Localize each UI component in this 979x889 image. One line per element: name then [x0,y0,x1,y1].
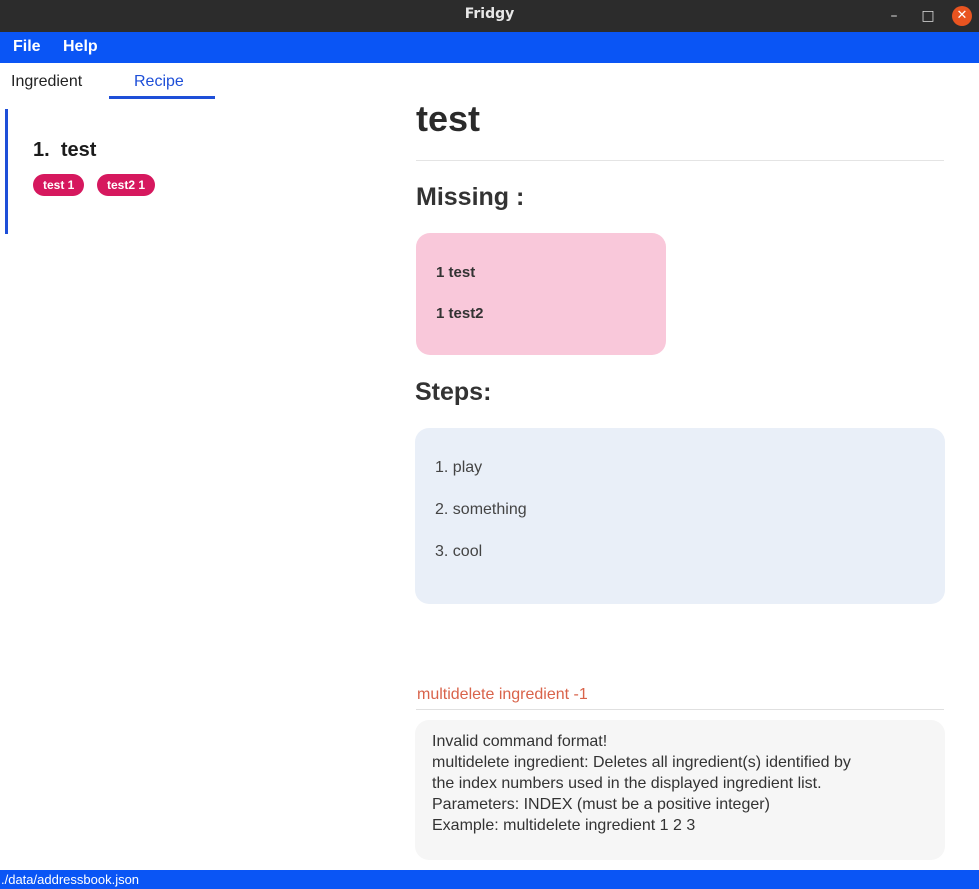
data-file-path: ./data/addressbook.json [1,872,140,887]
status-bar: ./data/addressbook.json [0,870,979,889]
recipe-name: test [60,139,97,161]
selection-accent-bar [5,109,8,234]
menu-bar: File Help [0,32,979,63]
result-display: Invalid command format! multidelete ingr… [415,720,945,860]
tab-recipe[interactable]: Recipe [134,73,184,91]
recipe-tag: test 1 [33,174,85,196]
menu-file[interactable]: File [13,38,41,56]
result-message: Invalid command format! multidelete ingr… [432,733,851,834]
missing-ingredient: 1 test [436,264,476,281]
command-input[interactable] [416,680,944,710]
maximize-icon[interactable]: □ [918,6,938,26]
title-bar: Fridgy – □ ✕ [0,0,979,32]
recipe-list-item[interactable]: 1. test test 1 test2 1 [0,109,400,234]
steps-heading: Steps: [415,378,492,406]
recipe-detail-title: test [416,98,481,139]
step-item: 2. something [435,501,527,518]
window-title: Fridgy [464,6,515,22]
tab-selected-indicator [109,96,215,99]
title-divider [416,160,944,161]
missing-heading: Missing : [416,183,525,211]
step-item: 3. cool [435,543,483,560]
missing-ingredient: 1 test2 [436,305,484,322]
minimize-icon[interactable]: – [884,6,904,26]
step-item: 1. play [435,459,483,476]
recipe-card-title: 1. test [33,139,96,162]
steps-box: 1. play 2. something 3. cool [415,428,945,604]
tab-ingredient[interactable]: Ingredient [11,73,82,91]
missing-ingredients-box: 1 test 1 test2 [416,233,666,355]
menu-help[interactable]: Help [63,38,98,56]
recipe-tag: test2 1 [97,174,156,196]
close-icon[interactable]: ✕ [952,6,972,26]
recipe-index: 1. [33,139,50,161]
